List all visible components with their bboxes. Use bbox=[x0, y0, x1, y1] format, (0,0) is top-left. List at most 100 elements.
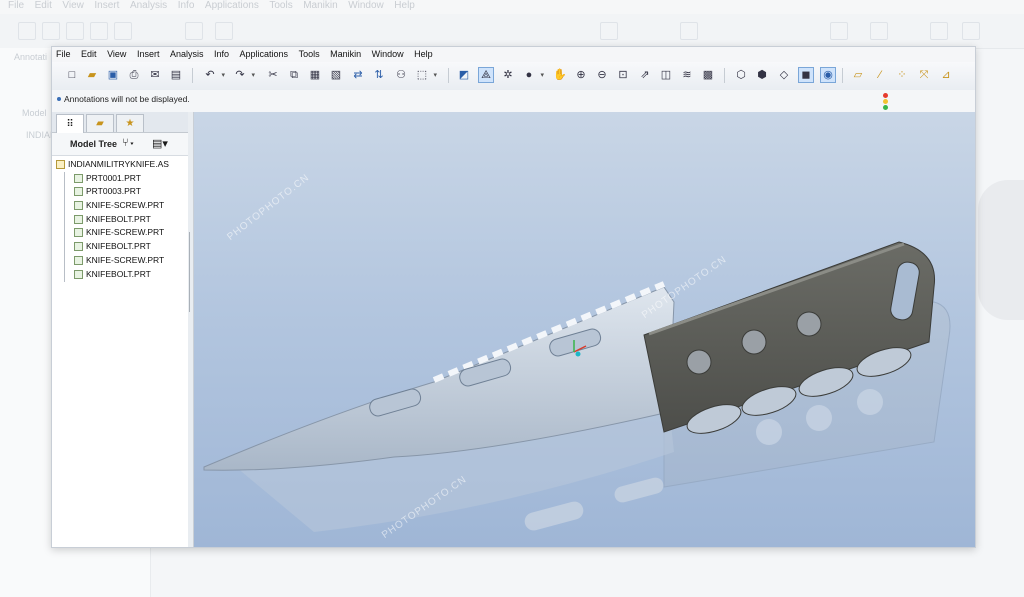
hidden-line-icon[interactable]: ⬢ bbox=[754, 67, 770, 83]
bg-menu-analysis: Analysis bbox=[129, 0, 168, 11]
reorient-icon[interactable]: ⇗ bbox=[637, 67, 653, 83]
tree-item-label: KNIFEBOLT.PRT bbox=[86, 241, 151, 252]
tree-connector bbox=[64, 226, 65, 241]
bg-tool-icon bbox=[18, 22, 36, 40]
bg-message: Annotati bbox=[14, 52, 48, 62]
new-icon[interactable]: □ bbox=[64, 67, 80, 83]
sketch-view-icon[interactable]: ◩ bbox=[456, 67, 472, 83]
bg-tool-icon bbox=[600, 22, 618, 40]
navigator-panel: ⠿ ▰ ★ Model Tree ⑂▾ ▤▾ INDIANMILITRYKNIF… bbox=[52, 112, 189, 547]
undo-icon[interactable]: ↶ bbox=[202, 67, 225, 83]
background-knife-handle-shape bbox=[978, 180, 1024, 320]
display-icon[interactable]: ▤ bbox=[168, 67, 184, 83]
select-box-icon[interactable]: ⬚ bbox=[414, 67, 437, 83]
enhanced-realism-icon[interactable]: ◉ bbox=[820, 67, 836, 83]
tree-item[interactable]: KNIFE-SCREW.PRT bbox=[52, 253, 188, 268]
menu-applications[interactable]: Applications bbox=[236, 47, 293, 62]
cut-icon[interactable]: ✂ bbox=[265, 67, 281, 83]
toolbar: □ ▰ ▣ ⎙ ✉ ▤ ↶ ↷ ✂ ⧉ ▦ ▧ ⇄ ⇅ ⚇ ⬚ ◩ ⟁ ✲ ● … bbox=[52, 62, 975, 91]
tree-filter-icon[interactable]: ⑂▾ bbox=[122, 137, 135, 149]
menu-view[interactable]: View bbox=[103, 47, 130, 62]
menu-analysis[interactable]: Analysis bbox=[166, 47, 208, 62]
bg-menu-tools: Tools bbox=[269, 0, 293, 11]
bg-panel-label: Model bbox=[22, 108, 47, 118]
datum-axis-icon[interactable]: ⁄ bbox=[872, 67, 888, 83]
bg-tool-icon bbox=[830, 22, 848, 40]
csys-icon[interactable]: ⤧ bbox=[916, 67, 932, 83]
find-icon[interactable]: ⚇ bbox=[393, 67, 409, 83]
graphics-viewport[interactable]: PHOTOPHOTO.CN PHOTOPHOTO.CN PHOTOPHOTO.C… bbox=[194, 112, 975, 547]
tree-connector bbox=[64, 267, 65, 282]
bg-menu-info: Info bbox=[177, 0, 195, 11]
shading-icon[interactable]: ● bbox=[521, 67, 544, 83]
tree-item-label: PRT0003.PRT bbox=[86, 186, 141, 197]
pan-icon[interactable]: ✋ bbox=[552, 67, 568, 83]
navigator-tabs: ⠿ ▰ ★ bbox=[52, 112, 188, 133]
tab-favorites[interactable]: ★ bbox=[116, 114, 144, 132]
refit-icon[interactable]: ⊡ bbox=[615, 67, 631, 83]
saved-views-icon[interactable]: ◫ bbox=[658, 67, 674, 83]
save-icon[interactable]: ▣ bbox=[105, 67, 121, 83]
bg-tool-icon bbox=[930, 22, 948, 40]
part-icon bbox=[74, 228, 83, 238]
bg-tool-icon bbox=[66, 22, 84, 40]
regenerate-icon[interactable]: ⇄ bbox=[350, 67, 366, 83]
open-icon[interactable]: ▰ bbox=[84, 67, 100, 83]
zoom-out-icon[interactable]: ⊖ bbox=[594, 67, 610, 83]
tree-connector bbox=[64, 240, 65, 255]
tree-item[interactable]: PRT0003.PRT bbox=[52, 185, 188, 200]
tree-item[interactable]: KNIFEBOLT.PRT bbox=[52, 267, 188, 282]
menu-info[interactable]: Info bbox=[210, 47, 233, 62]
menu-insert[interactable]: Insert bbox=[133, 47, 164, 62]
bg-menu-help: Help bbox=[394, 0, 415, 11]
menu-edit[interactable]: Edit bbox=[77, 47, 101, 62]
tree-connector bbox=[64, 185, 65, 200]
model-tree-icon: ⠿ bbox=[66, 118, 74, 130]
menu-help[interactable]: Help bbox=[410, 47, 437, 62]
shading-mode-icon[interactable]: ◼ bbox=[798, 67, 814, 83]
folder-icon: ▰ bbox=[96, 118, 104, 129]
menubar: File Edit View Insert Analysis Info Appl… bbox=[52, 47, 975, 62]
layers-icon[interactable]: ≋ bbox=[679, 67, 695, 83]
tree-item[interactable]: KNIFEBOLT.PRT bbox=[52, 240, 188, 255]
zoom-in-icon[interactable]: ⊕ bbox=[573, 67, 589, 83]
tree-item[interactable]: KNIFEBOLT.PRT bbox=[52, 212, 188, 227]
copy-icon[interactable]: ⧉ bbox=[286, 67, 302, 83]
paste-icon[interactable]: ▦ bbox=[307, 67, 323, 83]
menu-window[interactable]: Window bbox=[368, 47, 408, 62]
tab-folder-browser[interactable]: ▰ bbox=[86, 114, 114, 132]
redo-icon[interactable]: ↷ bbox=[232, 67, 255, 83]
regenerate-manager-icon[interactable]: ⇅ bbox=[371, 67, 387, 83]
annotation-icon[interactable]: ⊿ bbox=[938, 67, 954, 83]
tree-item-label: KNIFE-SCREW.PRT bbox=[86, 254, 165, 265]
bg-menu-applications: Applications bbox=[204, 0, 259, 11]
background-menubar: File Edit View Insert Analysis Info Appl… bbox=[0, 0, 1024, 14]
tree-item[interactable]: KNIFE-SCREW.PRT bbox=[52, 226, 188, 241]
menu-tools[interactable]: Tools bbox=[295, 47, 324, 62]
wireframe-icon[interactable]: ⬡ bbox=[733, 67, 749, 83]
message-bar: Annotations will not be displayed. bbox=[52, 90, 975, 112]
paste-special-icon[interactable]: ▧ bbox=[328, 67, 344, 83]
bg-menu-file: File bbox=[8, 0, 25, 11]
datum-point-icon[interactable]: ⁘ bbox=[894, 67, 910, 83]
tree-settings-icon[interactable]: ▤▾ bbox=[152, 137, 168, 150]
print-icon[interactable]: ⎙ bbox=[126, 67, 142, 83]
sash-grip-icon[interactable] bbox=[189, 232, 193, 312]
part-icon bbox=[74, 269, 83, 279]
send-icon[interactable]: ✉ bbox=[147, 67, 163, 83]
tree-item[interactable]: PRT0001.PRT bbox=[52, 171, 188, 186]
datum-plane-icon[interactable]: ▱ bbox=[850, 67, 866, 83]
no-hidden-icon[interactable]: ◇ bbox=[776, 67, 792, 83]
appearance-icon[interactable]: ▩ bbox=[700, 67, 716, 83]
favorites-icon: ★ bbox=[125, 118, 135, 129]
tree-root[interactable]: INDIANMILITRYKNIFE.AS bbox=[52, 158, 188, 172]
tree-item-label: KNIFEBOLT.PRT bbox=[86, 213, 151, 224]
menu-file[interactable]: File bbox=[52, 47, 75, 62]
bg-menu-window: Window bbox=[348, 0, 384, 11]
spin-center-icon[interactable]: ✲ bbox=[500, 67, 516, 83]
part-icon bbox=[74, 187, 83, 197]
tab-model-tree[interactable]: ⠿ bbox=[56, 114, 84, 133]
tree-item[interactable]: KNIFE-SCREW.PRT bbox=[52, 199, 188, 214]
datum-display-icon[interactable]: ⟁ bbox=[478, 67, 494, 83]
menu-manikin[interactable]: Manikin bbox=[326, 47, 365, 62]
